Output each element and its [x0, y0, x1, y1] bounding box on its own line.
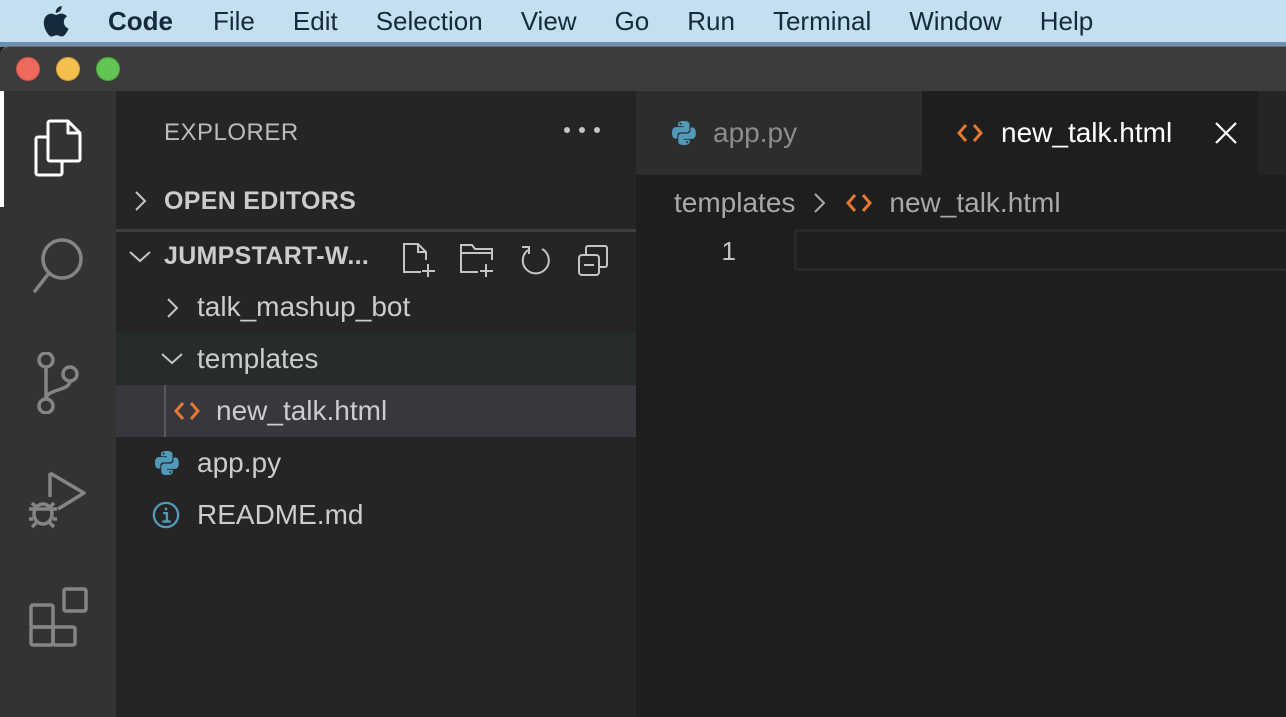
- indent-guide: [164, 385, 166, 437]
- activity-bar: [0, 91, 116, 717]
- files-icon: [30, 117, 86, 182]
- menu-file[interactable]: File: [213, 6, 255, 37]
- chevron-down-icon: [128, 244, 152, 268]
- window-maximize-button[interactable]: [96, 57, 120, 81]
- tab-label: new_talk.html: [1001, 117, 1173, 148]
- tree-item-label: README.md: [197, 499, 364, 530]
- workspace-section[interactable]: JUMPSTART-W...: [116, 229, 636, 281]
- html-icon: [956, 119, 984, 147]
- apple-logo-icon[interactable]: [40, 4, 70, 38]
- breadcrumb: templates new_talk.html: [674, 185, 1061, 221]
- tree-item-templates[interactable]: templates: [116, 333, 636, 385]
- breadcrumb-item-new-talk-html[interactable]: new_talk.html: [889, 187, 1060, 219]
- tree-item-label: talk_mashup_bot: [197, 291, 411, 322]
- menu-edit[interactable]: Edit: [293, 6, 338, 37]
- menu-selection[interactable]: Selection: [376, 6, 483, 37]
- close-icon[interactable]: [1212, 119, 1240, 147]
- new-folder-icon[interactable]: [448, 240, 506, 280]
- collapse-all-icon[interactable]: [564, 240, 622, 280]
- open-editors-label: OPEN EDITORS: [164, 186, 357, 215]
- source-control-icon: [30, 350, 86, 419]
- explorer-title: EXPLORER: [164, 119, 299, 146]
- tree-item-readme-md[interactable]: README.md: [116, 489, 636, 541]
- workspace-label: JUMPSTART-W...: [164, 242, 370, 270]
- tree-item-label: templates: [197, 343, 319, 374]
- window-close-button[interactable]: [16, 57, 40, 81]
- breadcrumb-item-templates[interactable]: templates: [674, 187, 795, 219]
- chevron-right-icon: [128, 189, 152, 213]
- menu-run[interactable]: Run: [687, 6, 735, 37]
- activity-search[interactable]: [0, 209, 116, 325]
- editor-area: app.py new_talk.html templates new_talk.…: [636, 91, 1286, 717]
- tab-bar: app.py new_talk.html: [636, 91, 1286, 175]
- tab-app-py[interactable]: app.py: [636, 91, 922, 175]
- activity-run-debug[interactable]: [0, 443, 116, 559]
- refresh-icon[interactable]: [506, 240, 564, 280]
- tab-label: app.py: [713, 117, 798, 148]
- new-file-icon[interactable]: [390, 240, 448, 280]
- menu-view[interactable]: View: [521, 6, 577, 37]
- python-icon: [670, 119, 698, 147]
- vscode-window: EXPLORER OPEN EDITORS JUMPSTART-W... tal…: [0, 46, 1286, 717]
- chevron-down-icon: [160, 345, 184, 369]
- line-number: 1: [721, 236, 736, 266]
- html-icon: [845, 189, 873, 217]
- title-bar: [0, 47, 1286, 91]
- tree-item-label: new_talk.html: [216, 395, 388, 426]
- editor-text-area[interactable]: [794, 229, 1286, 271]
- menu-help[interactable]: Help: [1040, 6, 1093, 37]
- open-editors-section[interactable]: OPEN EDITORS: [116, 175, 636, 227]
- tree-item-app-py[interactable]: app.py: [116, 437, 636, 489]
- tree-item-label: app.py: [197, 447, 282, 478]
- activity-explorer[interactable]: [0, 91, 116, 207]
- tree-item-talk-mashup-bot[interactable]: talk_mashup_bot: [116, 281, 636, 333]
- activity-source-control[interactable]: [0, 327, 116, 443]
- extensions-icon: [28, 586, 88, 652]
- search-icon: [30, 235, 86, 300]
- ellipsis-icon[interactable]: [564, 115, 600, 145]
- python-icon: [153, 449, 181, 477]
- explorer-header: EXPLORER: [116, 91, 636, 177]
- info-icon: [152, 501, 180, 529]
- tab-bar-empty-area: [1258, 91, 1286, 175]
- menu-terminal[interactable]: Terminal: [773, 6, 871, 37]
- menu-app-code[interactable]: Code: [108, 6, 173, 37]
- tree-item-new-talk-html[interactable]: new_talk.html: [116, 385, 636, 437]
- activity-extensions[interactable]: [0, 561, 116, 677]
- run-debug-icon: [28, 469, 88, 534]
- html-icon: [173, 397, 201, 425]
- window-minimize-button[interactable]: [56, 57, 80, 81]
- chevron-right-icon: [807, 191, 831, 215]
- menu-go[interactable]: Go: [615, 6, 650, 37]
- menu-window[interactable]: Window: [909, 6, 1001, 37]
- explorer-sidebar: EXPLORER OPEN EDITORS JUMPSTART-W... tal…: [116, 91, 636, 717]
- tab-new-talk-html[interactable]: new_talk.html: [922, 91, 1258, 175]
- chevron-right-icon: [160, 295, 184, 319]
- macos-menu-bar: Code File Edit Selection View Go Run Ter…: [0, 0, 1286, 42]
